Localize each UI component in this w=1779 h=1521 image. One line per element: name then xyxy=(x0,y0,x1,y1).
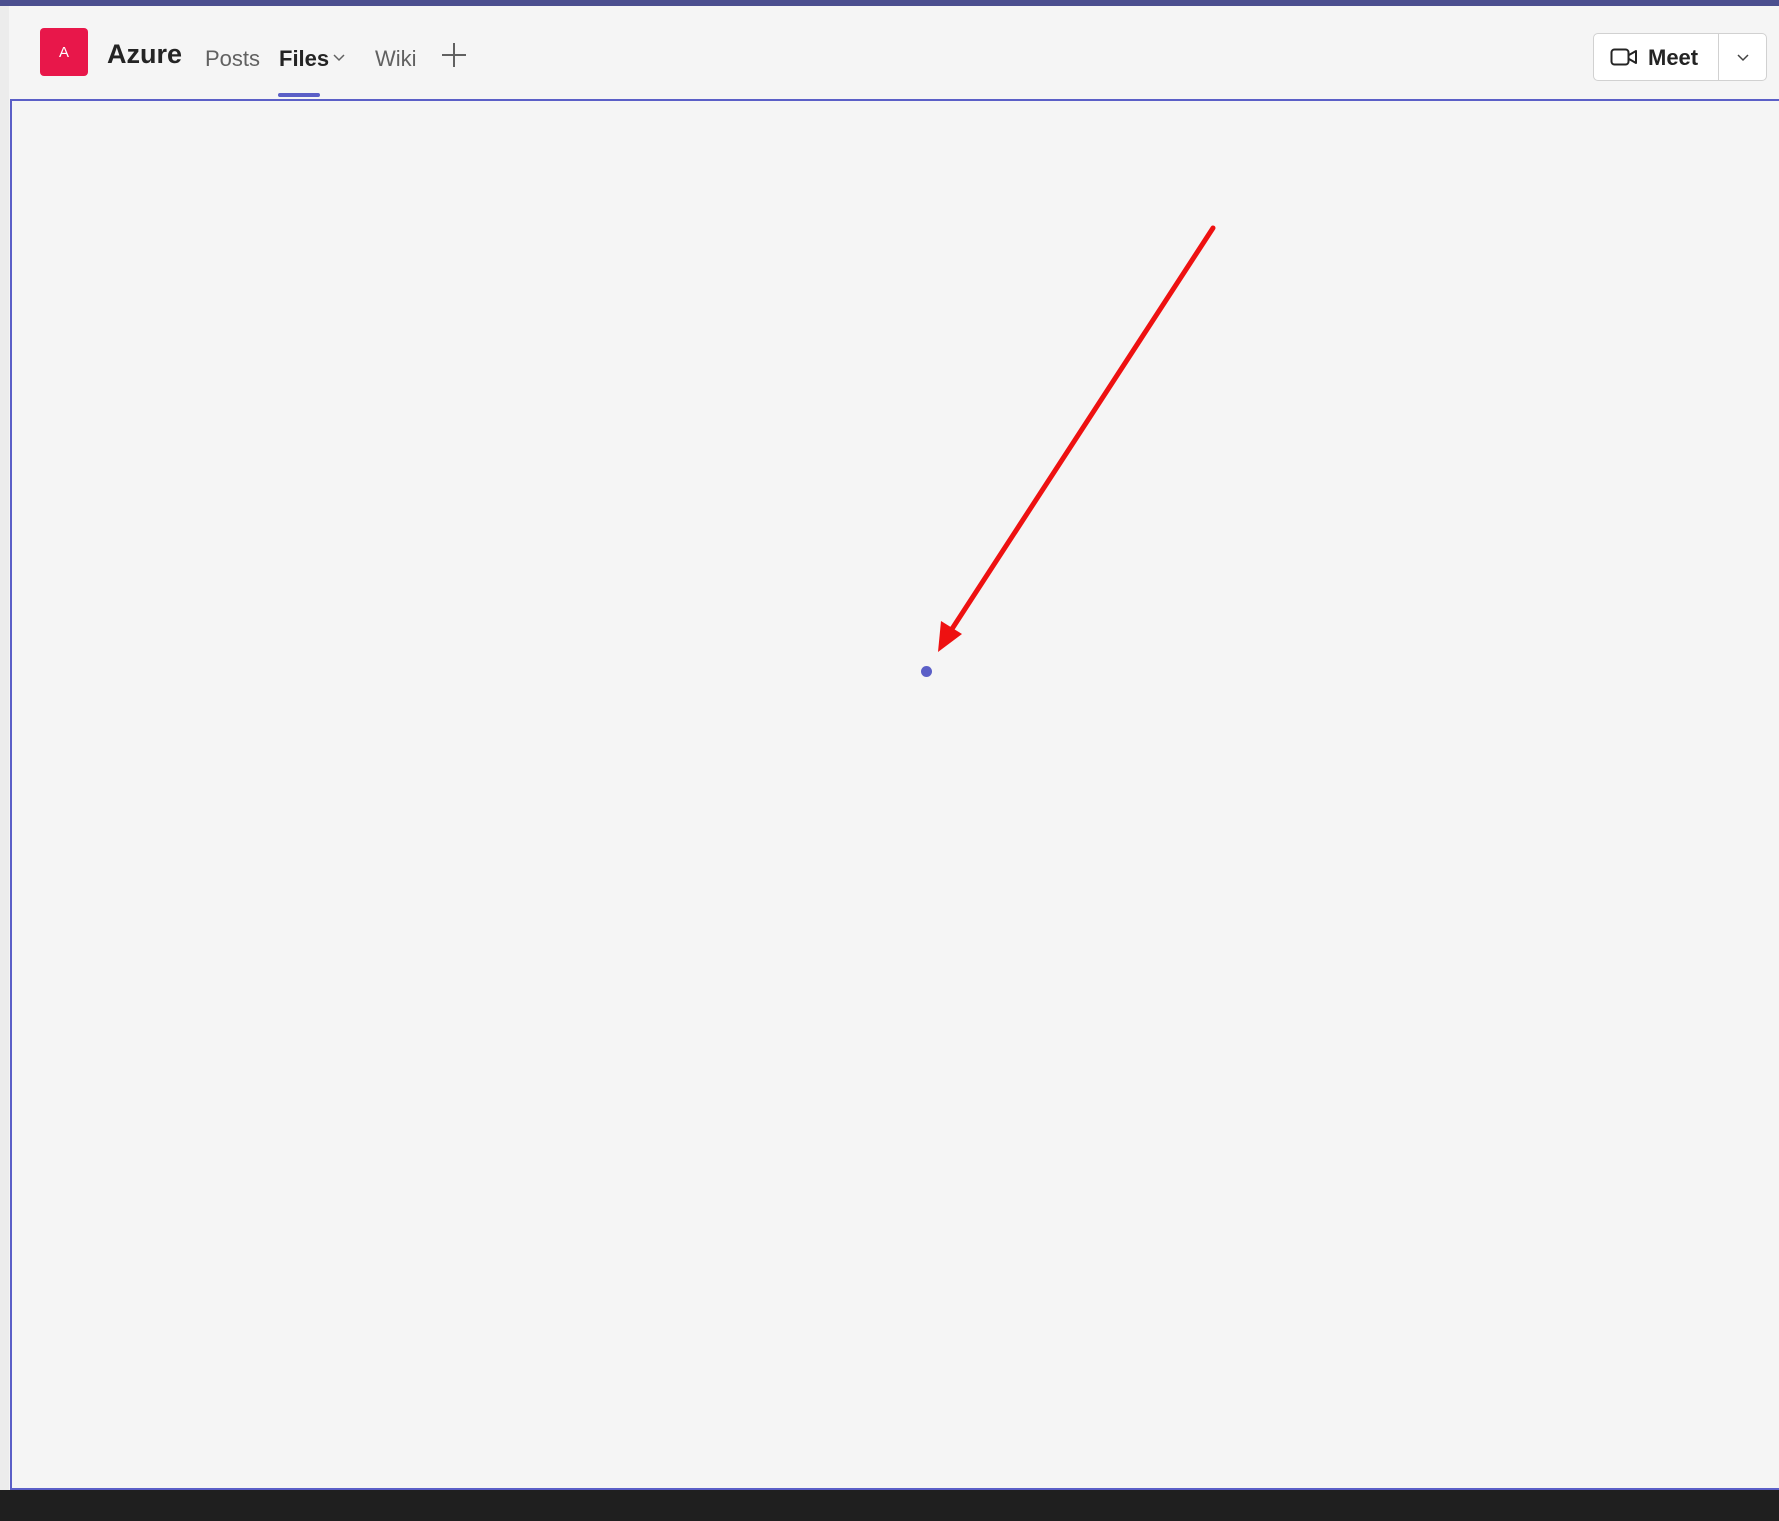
meet-dropdown-button[interactable] xyxy=(1719,34,1766,80)
tab-files[interactable]: Files xyxy=(279,46,329,72)
channel-header: A Azure Posts Files Wiki Meet xyxy=(9,6,1779,99)
chevron-down-icon xyxy=(1737,54,1749,62)
files-content-pane xyxy=(10,99,1779,1490)
meet-button[interactable]: Meet xyxy=(1594,34,1718,80)
left-rail-edge xyxy=(0,6,9,1490)
taskbar-strip xyxy=(0,1490,1779,1521)
active-tab-indicator xyxy=(278,93,320,97)
chevron-down-icon[interactable] xyxy=(331,52,347,64)
video-camera-icon xyxy=(1610,48,1637,66)
team-name: Azure xyxy=(107,39,183,69)
tab-posts[interactable]: Posts xyxy=(205,46,260,72)
plus-icon[interactable] xyxy=(439,40,469,70)
team-avatar-initial: A xyxy=(58,43,69,61)
loading-dot-icon xyxy=(921,666,932,677)
meet-split-button: Meet xyxy=(1593,33,1767,81)
tab-wiki[interactable]: Wiki xyxy=(375,46,417,72)
teams-window: A Azure Posts Files Wiki Meet xyxy=(0,0,1779,1521)
meet-label: Meet xyxy=(1648,45,1699,70)
team-avatar[interactable]: A xyxy=(40,28,88,76)
